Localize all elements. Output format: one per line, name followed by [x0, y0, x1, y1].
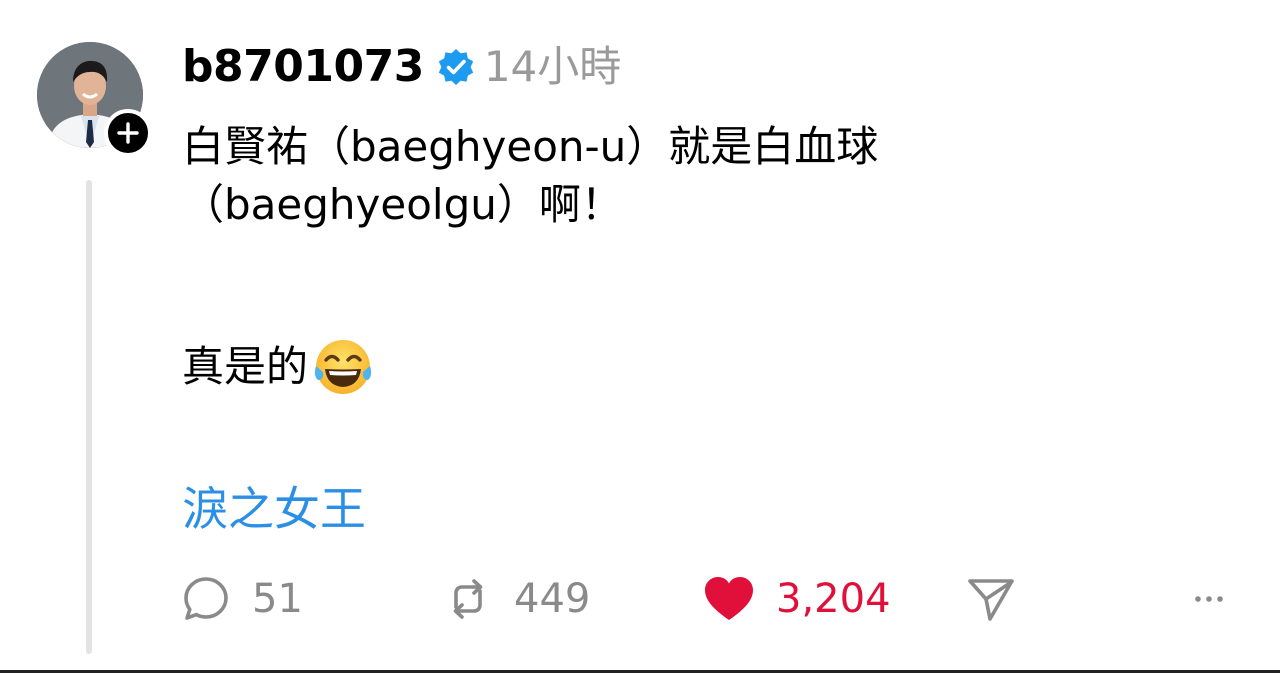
- like-button[interactable]: 3,204: [702, 570, 891, 628]
- tears-of-joy-emoji-icon: [312, 336, 374, 398]
- send-paper-plane-icon: [968, 579, 1014, 621]
- author-avatar-container[interactable]: [37, 42, 152, 157]
- follow-plus-button[interactable]: [104, 109, 152, 157]
- post-header: b8701073 14小時: [182, 38, 621, 96]
- more-options-button[interactable]: [1194, 570, 1224, 628]
- reply-button[interactable]: 51: [180, 570, 303, 628]
- post-body: 白賢祐（baeghyeon-u）就是白血球 （baeghyeolgu）啊！ 真是…: [182, 118, 1182, 536]
- post-text-line-3: 真是的: [182, 342, 309, 391]
- username[interactable]: b8701073: [182, 38, 424, 96]
- heart-filled-icon: [705, 577, 753, 620]
- more-horizontal-icon: [1195, 596, 1223, 602]
- reply-bubble-icon: [184, 577, 228, 620]
- verified-badge-icon: [436, 47, 476, 87]
- repost-icon: [453, 579, 483, 619]
- repost-button[interactable]: 449: [442, 570, 590, 628]
- post-text-line-2: （baeghyeolgu）啊！: [182, 180, 623, 229]
- reply-count: 51: [252, 576, 303, 622]
- post-timestamp: 14小時: [483, 42, 622, 91]
- thread-line: [86, 180, 92, 654]
- like-count: 3,204: [776, 576, 891, 622]
- post-actions-bar: 51 449 3,204: [180, 570, 1240, 628]
- share-button[interactable]: [966, 570, 1016, 628]
- thread-post: b8701073 14小時 白賢祐（baeghyeon-u）就是白血球 （bae…: [0, 0, 1280, 673]
- plus-icon: [117, 122, 139, 144]
- post-text-line-3-wrap: 真是的: [182, 336, 374, 398]
- topic-tag-link[interactable]: 淚之女王: [182, 480, 366, 538]
- repost-count: 449: [514, 576, 591, 622]
- post-text-line-1: 白賢祐（baeghyeon-u）就是白血球: [182, 122, 879, 171]
